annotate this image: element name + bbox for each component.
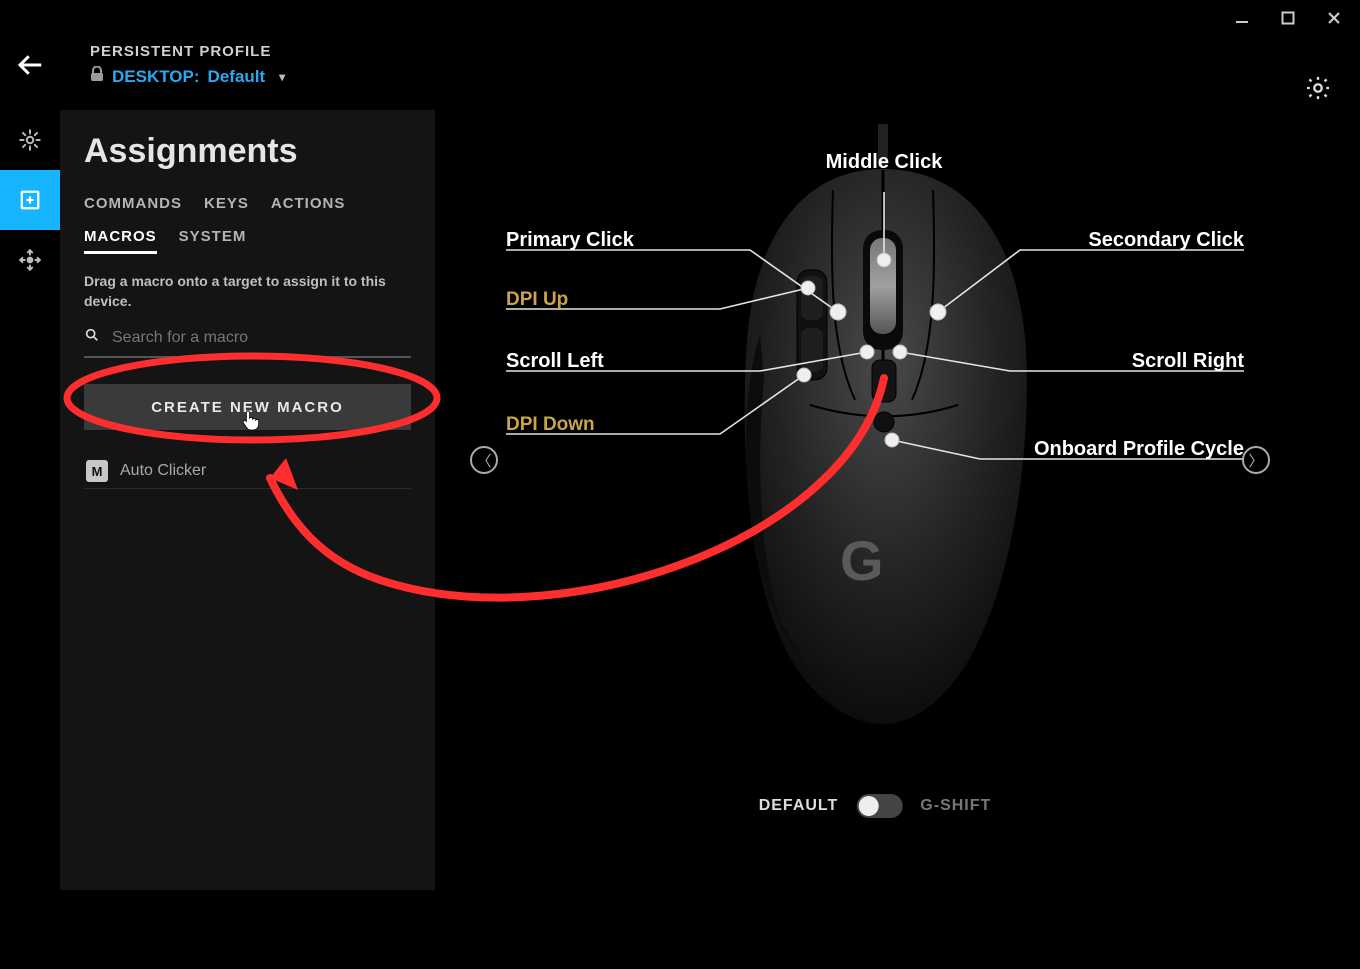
gshift-toggle[interactable] xyxy=(856,794,902,818)
next-device-button[interactable]: 〉 xyxy=(1242,446,1270,474)
chevron-down-icon[interactable]: ▾ xyxy=(279,70,285,84)
label-profile-cycle: Onboard Profile Cycle xyxy=(1034,438,1244,460)
profile-section-label: PERSISTENT PROFILE xyxy=(90,43,285,60)
macro-search[interactable] xyxy=(84,323,411,358)
mode-gshift-label: G-SHIFT xyxy=(920,797,991,815)
assignments-panel: Assignments COMMANDS KEYS ACTIONS MACROS… xyxy=(60,110,435,890)
label-primary-click: Primary Click xyxy=(506,229,635,251)
back-button[interactable] xyxy=(0,50,60,80)
panel-title: Assignments xyxy=(84,132,411,171)
label-dpi-up: DPI Up xyxy=(506,289,568,310)
label-dpi-down: DPI Down xyxy=(506,414,595,435)
label-middle-click: Middle Click xyxy=(826,151,944,173)
prev-device-button[interactable]: 〈 xyxy=(470,446,498,474)
tab-macros[interactable]: MACROS xyxy=(84,228,157,254)
tab-commands[interactable]: COMMANDS xyxy=(84,195,182,218)
create-label: CREATE NEW MACRO xyxy=(151,399,344,416)
search-icon xyxy=(84,327,100,348)
macro-name: Auto Clicker xyxy=(120,462,206,480)
label-scroll-left: Scroll Left xyxy=(506,350,604,372)
lock-icon xyxy=(90,66,104,87)
maximize-button[interactable] xyxy=(1276,6,1300,30)
rail-tab-sensitivity[interactable] xyxy=(0,230,60,290)
profile-selector[interactable]: DESKTOP: Default ▾ xyxy=(90,66,285,87)
help-text: Drag a macro onto a target to assign it … xyxy=(84,272,411,311)
create-new-macro-button[interactable]: CREATE NEW MACRO xyxy=(84,384,411,430)
rail-tab-lighting[interactable] xyxy=(0,110,60,170)
label-secondary-click: Secondary Click xyxy=(1088,229,1245,251)
mode-default-label: DEFAULT xyxy=(759,797,839,815)
tab-actions[interactable]: ACTIONS xyxy=(271,195,346,218)
device-diagram: G xyxy=(460,120,1290,840)
macro-list-item[interactable]: M Auto Clicker xyxy=(84,454,411,489)
macro-badge-icon: M xyxy=(86,460,108,482)
close-button[interactable] xyxy=(1322,6,1346,30)
rail-tab-assignments[interactable] xyxy=(0,170,60,230)
tab-system[interactable]: SYSTEM xyxy=(179,228,247,254)
tab-keys[interactable]: KEYS xyxy=(204,195,249,218)
settings-button[interactable] xyxy=(1304,74,1332,107)
profile-name: Default xyxy=(208,67,266,87)
profile-location: DESKTOP: xyxy=(112,67,200,87)
label-scroll-right: Scroll Right xyxy=(1132,350,1245,372)
svg-text:G: G xyxy=(840,529,884,592)
search-input[interactable] xyxy=(110,328,411,348)
minimize-button[interactable] xyxy=(1230,6,1254,30)
